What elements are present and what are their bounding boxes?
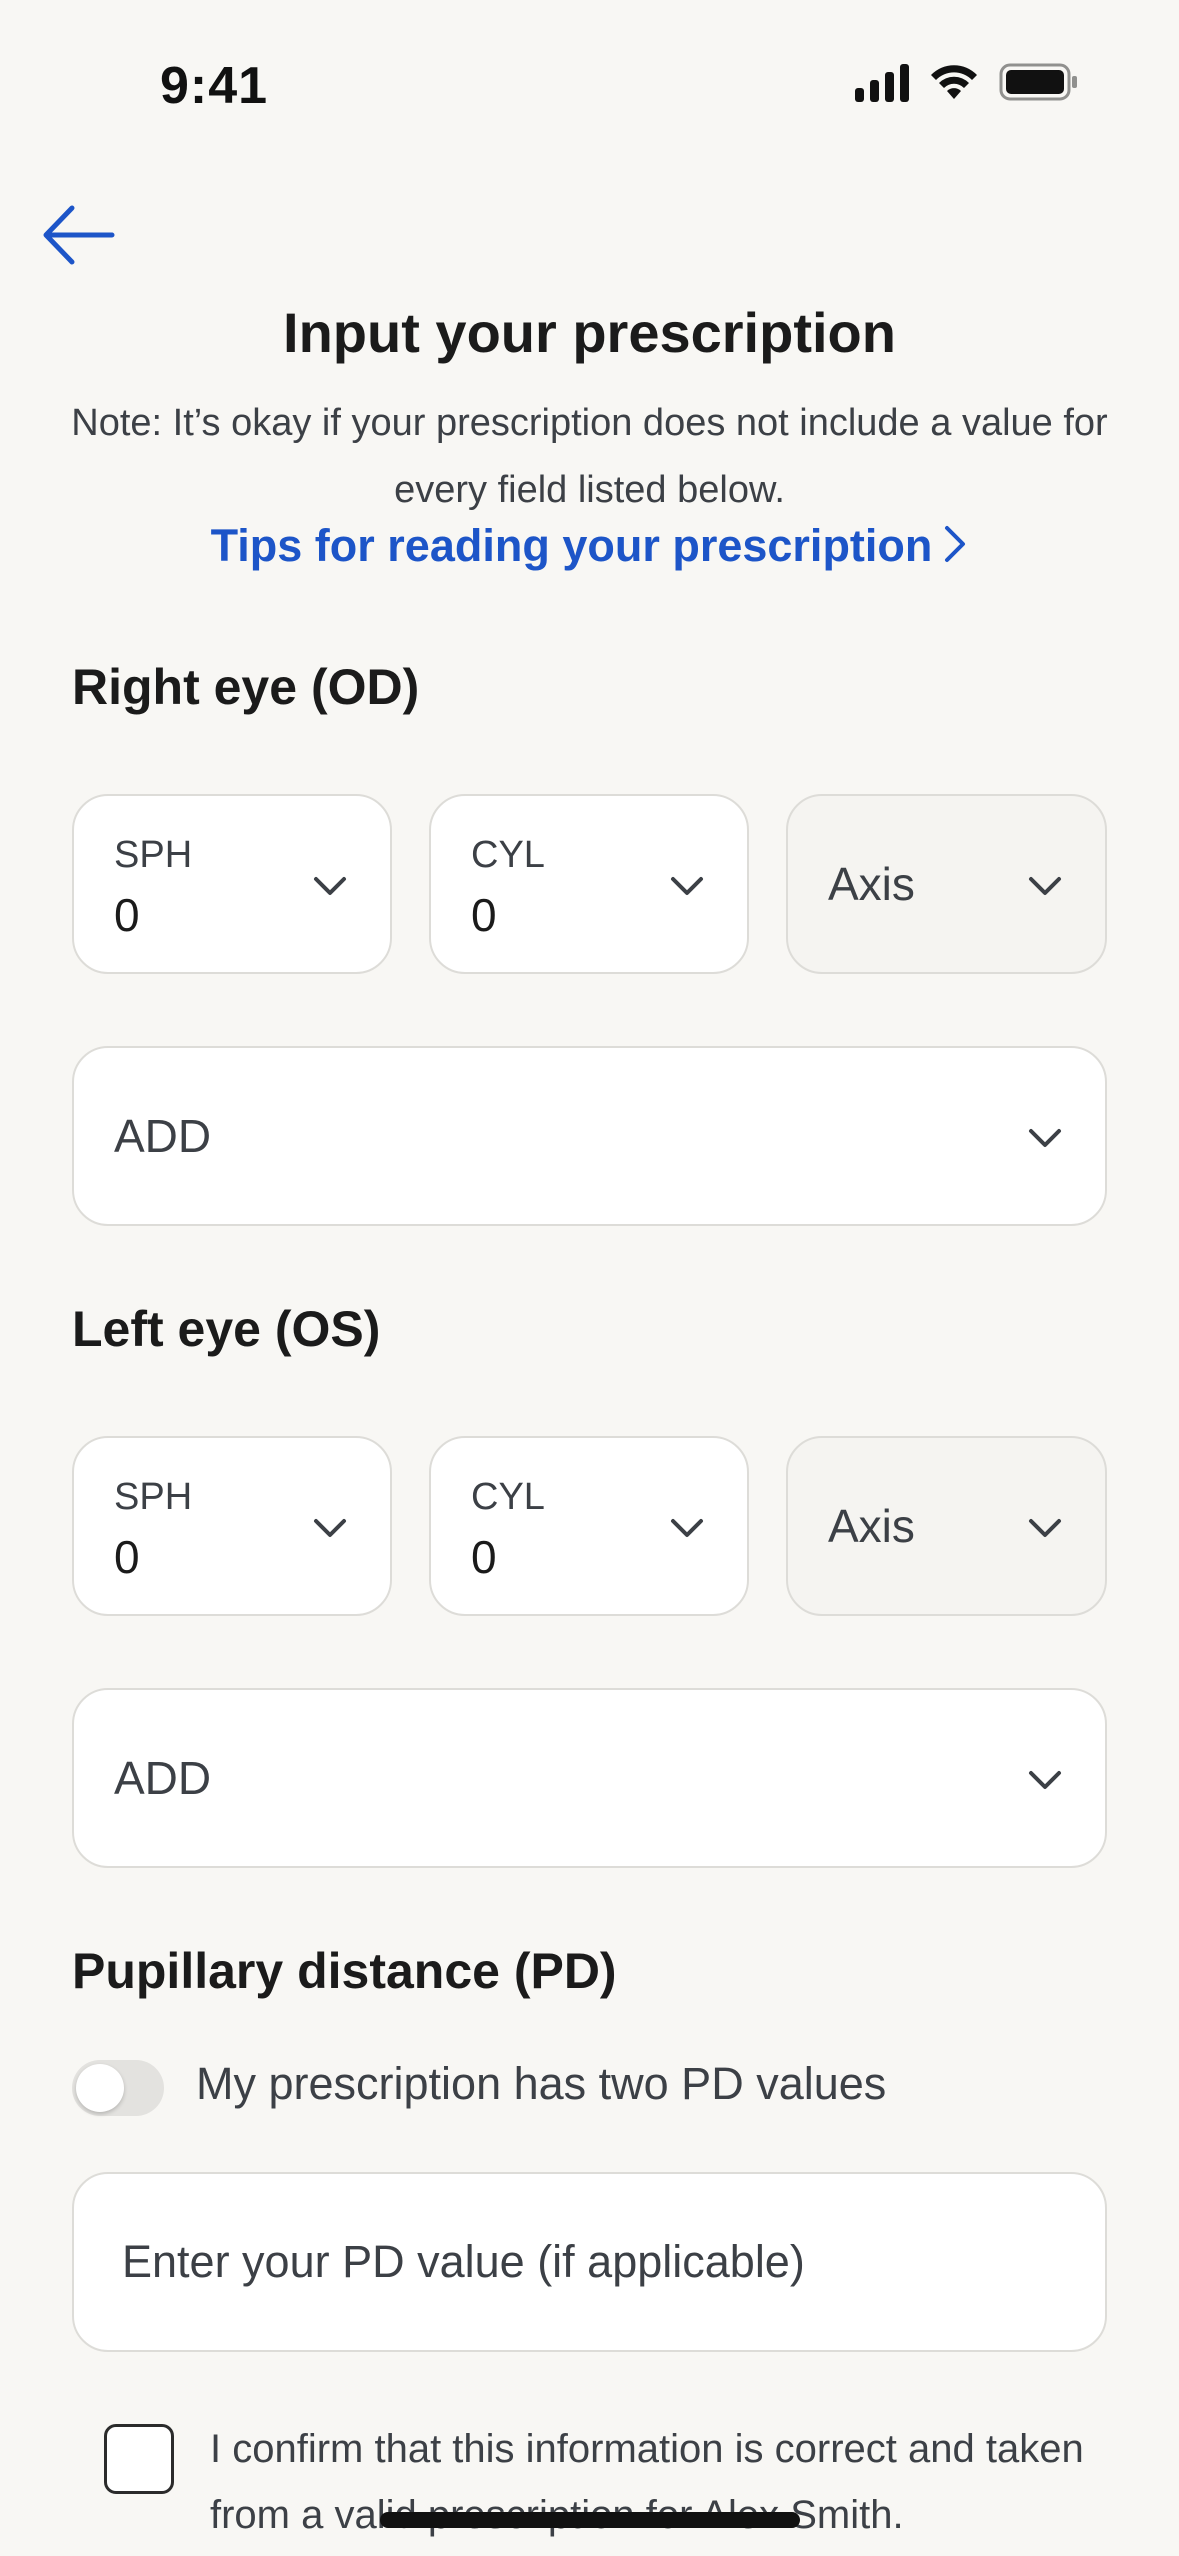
page-title: Input your prescription (283, 301, 896, 364)
chevron-down-icon (314, 877, 346, 895)
two-pd-toggle[interactable] (72, 2060, 164, 2116)
cyl-value: 0 (471, 889, 497, 941)
chevron-down-icon (1029, 1519, 1061, 1537)
right-eye-title: Right eye (OD) (72, 659, 420, 715)
chevron-down-icon (1029, 1129, 1061, 1147)
pd-input[interactable]: Enter your PD value (if applicable) (72, 2172, 1107, 2352)
add-placeholder: ADD (114, 1110, 212, 1162)
cyl-label: CYL (471, 834, 545, 876)
axis-placeholder: Axis (828, 1500, 915, 1552)
home-indicator (380, 2512, 800, 2528)
chevron-down-icon (1029, 877, 1061, 895)
tips-link-label: Tips for reading your prescription (210, 520, 933, 571)
chevron-right-icon (942, 523, 968, 575)
cyl-value: 0 (471, 1531, 497, 1583)
cellular-signal-icon (855, 62, 909, 102)
right-axis-dropdown[interactable]: Axis (786, 794, 1107, 974)
sph-value: 0 (114, 1531, 140, 1583)
add-placeholder: ADD (114, 1752, 212, 1804)
back-arrow-button[interactable] (40, 200, 120, 270)
left-axis-dropdown[interactable]: Axis (786, 1436, 1107, 1616)
left-sph-dropdown[interactable]: SPH 0 (72, 1436, 392, 1616)
right-sph-dropdown[interactable]: SPH 0 (72, 794, 392, 974)
right-add-dropdown[interactable]: ADD (72, 1046, 1107, 1226)
tips-link[interactable]: Tips for reading your prescription (0, 520, 1179, 575)
confirm-text: I confirm that this information is corre… (210, 2427, 1084, 2537)
status-bar: 9:41 (0, 0, 1179, 170)
prescription-screen: 9:41 Input your prescription Note: It’s … (0, 0, 1179, 2556)
prescription-note: Note: It’s okay if your prescription doe… (71, 402, 1108, 511)
sph-label: SPH (114, 1476, 193, 1518)
right-cyl-dropdown[interactable]: CYL 0 (429, 794, 749, 974)
chevron-down-icon (671, 877, 703, 895)
wifi-icon (929, 63, 979, 101)
two-pd-toggle-label: My prescription has two PD values (196, 2058, 887, 2109)
pd-title: Pupillary distance (PD) (72, 1943, 617, 1999)
chevron-down-icon (314, 1519, 346, 1537)
chevron-down-icon (671, 1519, 703, 1537)
cyl-label: CYL (471, 1476, 545, 1518)
left-eye-title: Left eye (OS) (72, 1301, 381, 1357)
left-cyl-dropdown[interactable]: CYL 0 (429, 1436, 749, 1616)
status-icons (855, 62, 1079, 102)
sph-value: 0 (114, 889, 140, 941)
status-time: 9:41 (160, 57, 269, 115)
arrow-left-icon (43, 205, 115, 265)
confirm-checkbox[interactable] (104, 2424, 174, 2494)
left-add-dropdown[interactable]: ADD (72, 1688, 1107, 1868)
toggle-knob (76, 2064, 124, 2112)
sph-label: SPH (114, 834, 193, 876)
chevron-down-icon (1029, 1771, 1061, 1789)
battery-icon (999, 62, 1079, 102)
axis-placeholder: Axis (828, 858, 915, 910)
